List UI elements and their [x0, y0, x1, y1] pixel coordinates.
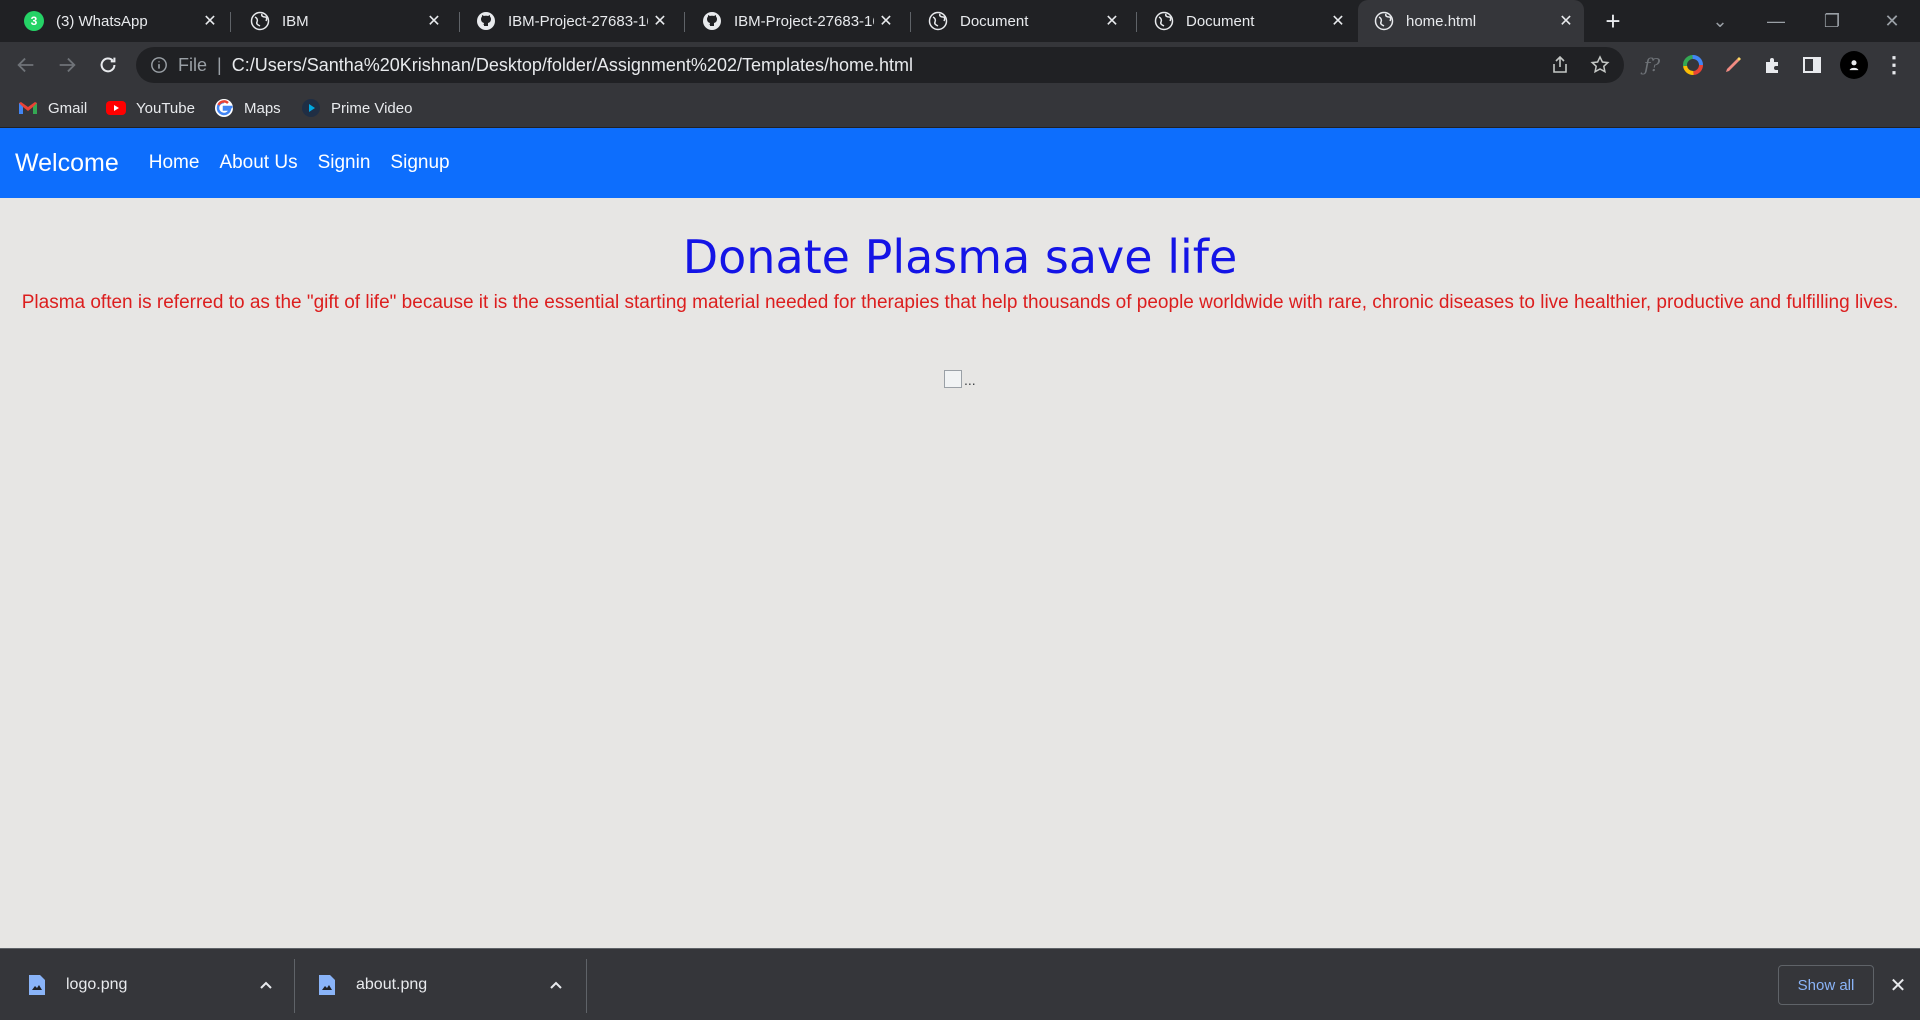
- image-file-icon: [29, 975, 45, 995]
- bookmark-label: Gmail: [48, 99, 88, 117]
- bookmarks-bar: Gmail YouTube Maps Prime Video: [0, 88, 1920, 128]
- globe-icon: [1374, 11, 1394, 31]
- arrow-left-icon: [17, 57, 34, 73]
- nav-link-signup[interactable]: Signup: [390, 152, 449, 174]
- star-icon[interactable]: [1590, 55, 1610, 75]
- arrow-right-icon: [59, 57, 76, 73]
- tab-document-2[interactable]: Document ✕: [1130, 0, 1356, 42]
- nav-link-home[interactable]: Home: [149, 152, 200, 174]
- tab-title: home.html: [1406, 12, 1477, 30]
- prime-video-icon: [301, 98, 321, 118]
- download-item[interactable]: about.png: [318, 949, 568, 1020]
- address-bar[interactable]: File | C:/Users/Santha%20Krishnan/Deskto…: [136, 47, 1624, 83]
- brand-link[interactable]: Welcome: [15, 149, 119, 178]
- image-file-icon: [319, 975, 335, 995]
- tab-title: Document: [960, 12, 1029, 30]
- kebab-menu-icon[interactable]: ⋮: [1882, 52, 1906, 77]
- browser-toolbar: File | C:/Users/Santha%20Krishnan/Deskto…: [0, 42, 1920, 88]
- youtube-icon: [106, 98, 126, 118]
- page-content: Donate Plasma save life Plasma often is …: [0, 198, 1920, 948]
- tab-whatsapp[interactable]: 3 (3) WhatsApp ✕: [0, 0, 228, 42]
- show-all-button[interactable]: Show all: [1778, 965, 1874, 1005]
- whatsapp-icon: 3: [24, 11, 44, 31]
- close-icon[interactable]: ✕: [1100, 9, 1124, 33]
- globe-icon: [928, 11, 948, 31]
- tab-title: IBM-Project-27683-16: [734, 12, 874, 30]
- bookmark-prime-video[interactable]: Prime Video: [301, 96, 412, 120]
- tab-strip: 3 (3) WhatsApp ✕ IBM ✕ IBM-Project-27683…: [0, 0, 1920, 42]
- bookmark-youtube[interactable]: YouTube: [106, 96, 195, 120]
- restore-button[interactable]: ❐: [1804, 0, 1860, 42]
- minimize-button[interactable]: —: [1748, 0, 1804, 42]
- close-icon[interactable]: ✕: [648, 9, 672, 33]
- close-icon[interactable]: ✕: [874, 9, 898, 33]
- bookmark-label: YouTube: [136, 99, 195, 117]
- download-filename: about.png: [356, 976, 428, 993]
- nav-link-about-us[interactable]: About Us: [219, 152, 297, 174]
- broken-image-icon: [944, 370, 962, 388]
- close-icon[interactable]: ✕: [422, 9, 446, 33]
- chevron-up-icon[interactable]: [546, 975, 566, 995]
- share-icon[interactable]: [1550, 55, 1570, 75]
- download-shelf: logo.png about.png Show all ✕: [0, 948, 1920, 1020]
- tab-title: Document: [1186, 12, 1255, 30]
- download-item[interactable]: logo.png: [28, 949, 278, 1020]
- close-window-button[interactable]: ✕: [1864, 0, 1920, 42]
- intro-paragraph: Plasma often is referred to as the "gift…: [21, 292, 1899, 313]
- github-icon: [702, 11, 722, 31]
- tab-document-1[interactable]: Document ✕: [904, 0, 1130, 42]
- tab-github-1[interactable]: IBM-Project-27683-16 ✕: [452, 0, 678, 42]
- pen-icon[interactable]: [1721, 53, 1745, 77]
- formula-icon[interactable]: ƒ?: [1640, 53, 1664, 77]
- scheme-label: File: [178, 54, 208, 75]
- page-headline: Donate Plasma save life: [682, 230, 1238, 284]
- profile-icon[interactable]: [1840, 51, 1868, 79]
- gmail-icon: [18, 98, 38, 118]
- tab-title: IBM-Project-27683-16: [508, 12, 648, 30]
- url-text[interactable]: C:/Users/Santha%20Krishnan/Desktop/folde…: [232, 55, 913, 76]
- chevron-up-icon[interactable]: [256, 975, 276, 995]
- close-shelf-button[interactable]: ✕: [1886, 973, 1910, 997]
- google-icon: [214, 98, 234, 118]
- bookmark-gmail[interactable]: Gmail: [18, 96, 87, 120]
- reload-icon: [100, 57, 116, 73]
- tab-ibm[interactable]: IBM ✕: [226, 0, 452, 42]
- download-filename: logo.png: [66, 976, 128, 993]
- image-alt-text: ...: [964, 372, 976, 388]
- tab-home-html[interactable]: home.html ✕: [1358, 0, 1584, 42]
- info-icon[interactable]: [150, 56, 168, 74]
- forward-button[interactable]: [51, 49, 83, 81]
- tab-title: (3) WhatsApp: [56, 12, 148, 30]
- tab-github-2[interactable]: IBM-Project-27683-16 ✕: [678, 0, 904, 42]
- close-icon[interactable]: ✕: [1326, 9, 1350, 33]
- back-button[interactable]: [10, 49, 42, 81]
- globe-icon: [250, 11, 270, 31]
- broken-image: ...: [944, 370, 976, 388]
- reload-button[interactable]: [92, 49, 124, 81]
- tab-search-chevron-icon[interactable]: ⌄: [1692, 0, 1748, 42]
- side-panel-icon[interactable]: [1800, 53, 1824, 77]
- puzzle-icon[interactable]: [1761, 53, 1785, 77]
- github-icon: [476, 11, 496, 31]
- globe-icon: [1154, 11, 1174, 31]
- close-icon[interactable]: ✕: [198, 9, 222, 33]
- tab-title: IBM: [282, 12, 309, 30]
- bookmark-label: Maps: [244, 99, 281, 117]
- color-wheel-icon[interactable]: [1681, 53, 1705, 77]
- bookmark-maps[interactable]: Maps: [214, 96, 281, 120]
- site-navbar: Welcome Home About Us Signin Signup: [0, 128, 1920, 198]
- bookmark-label: Prime Video: [331, 99, 413, 117]
- new-tab-button[interactable]: +: [1598, 6, 1628, 36]
- nav-link-signin[interactable]: Signin: [318, 152, 371, 174]
- close-icon[interactable]: ✕: [1554, 9, 1578, 33]
